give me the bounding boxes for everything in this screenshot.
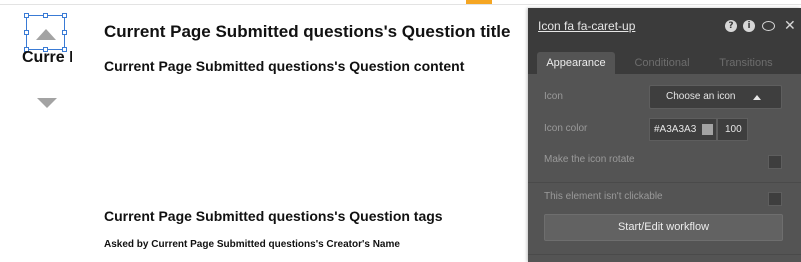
caret-up-icon[interactable]: [36, 29, 56, 40]
asked-by-text[interactable]: Asked by Current Page Submitted question…: [104, 239, 400, 250]
question-title[interactable]: Current Page Submitted questions's Quest…: [104, 22, 510, 42]
resize-handle-left[interactable]: [24, 30, 29, 35]
comment-icon[interactable]: [762, 21, 775, 31]
icon-color-value: #A3A3A3: [654, 124, 697, 135]
property-editor-panel: Icon fa fa-caret-up ? i ✕ Appearance Con…: [528, 8, 801, 262]
tab-appearance[interactable]: Appearance: [537, 52, 615, 74]
question-content[interactable]: Current Page Submitted questions's Quest…: [104, 58, 464, 74]
icon-opacity-value: 100: [725, 124, 742, 135]
not-clickable-label: This element isn't clickable: [544, 191, 663, 202]
not-clickable-checkbox[interactable]: [768, 192, 782, 206]
help-icon[interactable]: ?: [725, 20, 737, 32]
icon-label: Icon: [544, 91, 563, 102]
rotate-label: Make the icon rotate: [544, 154, 635, 165]
color-swatch[interactable]: [702, 124, 713, 135]
icon-dropdown-value: Choose an icon: [666, 91, 736, 102]
canvas-top-border: [0, 4, 801, 5]
rotate-checkbox[interactable]: [768, 155, 782, 169]
resize-handle-top-left[interactable]: [24, 13, 29, 18]
caret-down-icon[interactable]: [37, 98, 57, 108]
resize-handle-top-right[interactable]: [62, 13, 67, 18]
start-edit-workflow-button[interactable]: Start/Edit workflow: [544, 214, 783, 241]
vote-count-text[interactable]: Curre Page.: [22, 49, 72, 66]
icon-color-input[interactable]: #A3A3A3: [649, 118, 717, 141]
panel-header: Icon fa fa-caret-up ? i ✕: [528, 8, 801, 46]
tab-transitions[interactable]: Transitions: [709, 52, 783, 74]
resize-handle-top[interactable]: [43, 13, 48, 18]
panel-tabs: Appearance Conditional Transitions: [528, 46, 801, 74]
panel-title[interactable]: Icon fa fa-caret-up: [538, 19, 635, 33]
caret-up-small-icon: [753, 95, 761, 100]
question-tags[interactable]: Current Page Submitted questions's Quest…: [104, 208, 443, 224]
selected-caret-up-icon-element[interactable]: [24, 13, 67, 52]
canvas-top-marker: [466, 0, 492, 4]
tab-conditional[interactable]: Conditional: [624, 52, 700, 74]
close-icon[interactable]: ✕: [784, 18, 796, 34]
info-icon[interactable]: i: [743, 20, 755, 32]
resize-handle-right[interactable]: [62, 30, 67, 35]
icon-opacity-input[interactable]: 100: [717, 118, 748, 141]
icon-dropdown[interactable]: Choose an icon: [649, 85, 782, 109]
section-divider: [528, 182, 801, 183]
bottom-divider: [528, 254, 801, 255]
icon-color-label: Icon color: [544, 123, 588, 134]
